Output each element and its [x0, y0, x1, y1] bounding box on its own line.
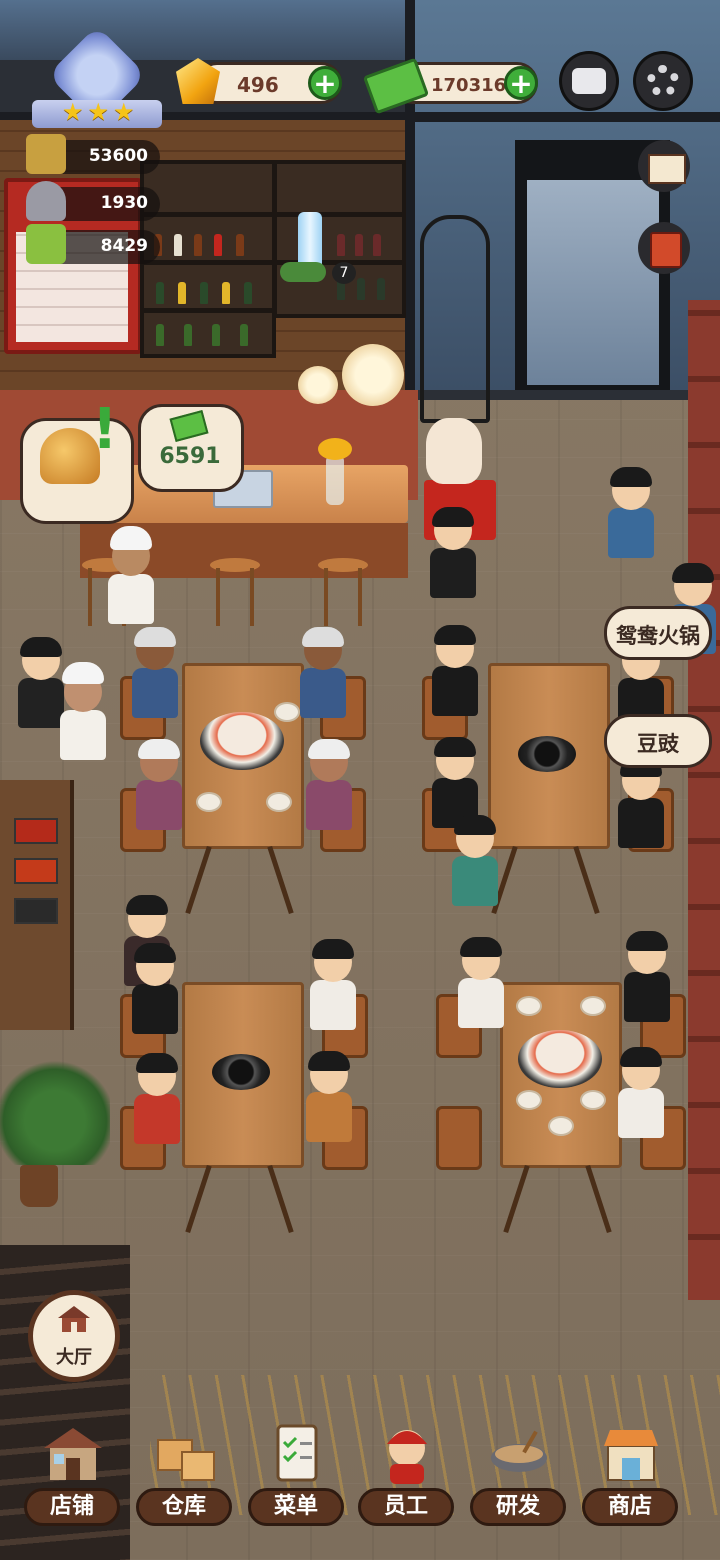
bowl [266, 792, 292, 812]
menu-clipboard-icon [262, 1418, 332, 1488]
empty-burner [212, 1054, 270, 1090]
add-cash-button[interactable]: + [504, 66, 538, 100]
recipe-book-icon [650, 232, 682, 268]
nav-menu-label: 菜单 [248, 1488, 344, 1526]
bottle-stock-count: 7 [332, 262, 356, 284]
guide-book-button[interactable] [638, 140, 690, 192]
flowers [318, 438, 352, 460]
rank-stars: ★★★ [62, 98, 139, 126]
menu-ticket-icon [26, 224, 66, 264]
settings-button[interactable] [636, 54, 690, 108]
reputation-value: 53600 [88, 146, 148, 166]
sauce-tray [14, 898, 58, 924]
warehouse-boxes-icon [150, 1418, 220, 1488]
table-leg [585, 1164, 612, 1234]
trophy-icon [26, 134, 66, 174]
bowl [274, 702, 300, 722]
nav-research-label: 研发 [470, 1488, 566, 1526]
restaurant-scene: 7 鸳鸯火锅 豆豉 ! 6591 ★★★ 496 + 1703162 + 536… [0, 0, 720, 1560]
bottom-navigation: 店铺 仓库 菜单 员工 研发 商店 [0, 1418, 720, 1560]
serving-cloche-icon [26, 181, 66, 221]
table-leg [573, 845, 600, 915]
bowl [196, 792, 222, 812]
gem-count: 496 [237, 73, 279, 97]
sauce-tray [14, 818, 58, 844]
table-leg [267, 845, 294, 915]
table-leg [267, 1164, 294, 1234]
order-bubble[interactable]: 鸳鸯火锅 [604, 606, 712, 660]
bowl [580, 1090, 606, 1110]
hotpot-dish [200, 712, 284, 770]
empty-burner [518, 736, 576, 772]
nav-research[interactable]: 研发 [464, 1418, 574, 1548]
chair [436, 1106, 482, 1170]
bowl [548, 1116, 574, 1136]
gear-icon [647, 65, 679, 97]
help-book-icon [648, 154, 686, 184]
potted-plant [0, 1055, 110, 1165]
order-bubble-text: 鸳鸯火锅 [616, 624, 700, 648]
table-leg [503, 1164, 530, 1234]
reputation-stat[interactable]: 53600 [26, 134, 160, 174]
liquor-shelf [273, 160, 406, 318]
nav-store-label: 商店 [582, 1488, 678, 1526]
red-pillar [688, 300, 720, 1300]
served-value: 1930 [100, 193, 148, 213]
shop-building-icon [38, 1418, 108, 1488]
nav-warehouse-label: 仓库 [136, 1488, 232, 1526]
paper-lamp [298, 366, 338, 404]
house-icon [56, 1304, 92, 1334]
nav-menu[interactable]: 菜单 [242, 1418, 352, 1548]
table-leg [185, 845, 212, 915]
store-stall-icon [596, 1418, 666, 1488]
order-bubble[interactable]: 豆豉 [604, 714, 712, 768]
bell-icon [40, 428, 100, 484]
nav-warehouse[interactable]: 仓库 [130, 1418, 240, 1548]
hall-label: 大厅 [56, 1347, 92, 1368]
tip-bubble-value: 6591 [159, 444, 221, 469]
stock-bar [280, 262, 326, 282]
menu-value: 8429 [100, 236, 148, 256]
flower-vase [326, 455, 344, 505]
bowl [580, 996, 606, 1016]
menu-stat[interactable]: 8429 [26, 224, 160, 264]
alert-exclamation: ! [92, 397, 118, 462]
restaurant-rank-badge[interactable]: ★★★ [32, 25, 162, 130]
paper-lamp [342, 344, 404, 406]
bowl [516, 996, 542, 1016]
nav-staff[interactable]: 员工 [352, 1418, 462, 1548]
bar-stool [210, 558, 260, 628]
nav-shop[interactable]: 店铺 [18, 1418, 128, 1548]
served-stat[interactable]: 1930 [26, 181, 160, 221]
recipe-book-button[interactable] [638, 222, 690, 274]
research-wok-icon [484, 1418, 554, 1488]
sauce-tray [14, 858, 58, 884]
hotpot-dish [518, 1030, 602, 1088]
nav-store[interactable]: 商店 [576, 1418, 686, 1548]
nav-shop-label: 店铺 [24, 1488, 120, 1526]
door-glass [527, 180, 659, 385]
liquor-shelf [140, 160, 276, 358]
nav-staff-label: 员工 [358, 1488, 454, 1526]
camera-button[interactable] [562, 54, 616, 108]
add-gems-button[interactable]: + [308, 66, 342, 100]
camera-icon [572, 68, 606, 94]
bowl [516, 1090, 542, 1110]
bar-stool [318, 558, 368, 628]
order-bubble-text: 豆豉 [637, 732, 679, 756]
lucky-cat-statue[interactable] [426, 418, 482, 484]
birdcage-decoration [420, 215, 490, 423]
table-leg [185, 1164, 212, 1234]
staff-chef-icon [372, 1418, 442, 1488]
plant-pot [20, 1165, 58, 1207]
